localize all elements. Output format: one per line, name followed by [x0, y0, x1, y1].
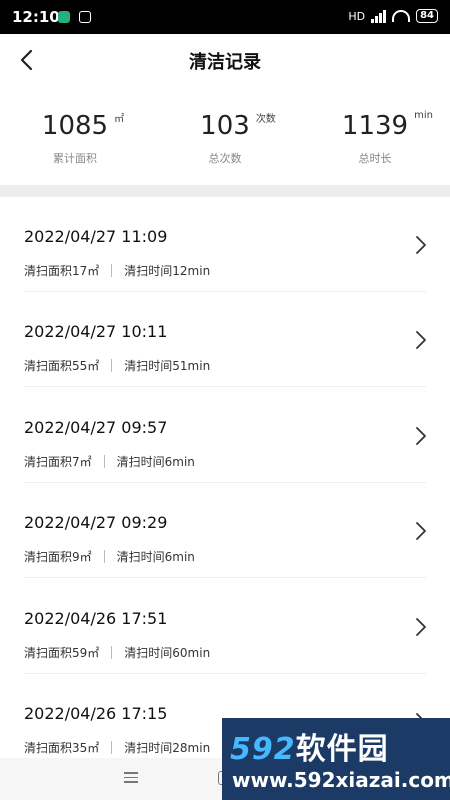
status-bar: 12:10 HD 84	[0, 0, 450, 34]
chevron-right-icon	[416, 427, 426, 445]
meta-divider	[111, 359, 113, 372]
record-meta: 清扫面积59㎡ 清扫时间60min	[24, 644, 210, 661]
signal-icon	[371, 9, 387, 23]
record-datetime: 2022/04/26 17:15	[24, 704, 168, 723]
stat-unit: min	[414, 110, 433, 121]
record-item[interactable]: 2022/04/27 10:11 清扫面积55㎡ 清扫时间51min	[0, 292, 450, 387]
stat-total-area: 1085 ㎡ 累计面积	[0, 100, 150, 166]
chevron-right-icon	[416, 331, 426, 349]
stat-value: 1139	[341, 111, 409, 141]
record-area: 清扫面积7㎡	[24, 455, 92, 469]
shield-app-icon	[58, 11, 70, 23]
navigation-bar: 清洁记录	[0, 34, 450, 84]
record-datetime: 2022/04/27 10:11	[24, 322, 168, 341]
battery-indicator: 84	[416, 9, 438, 23]
meta-divider	[111, 264, 113, 277]
stat-label: 累计面积	[53, 152, 97, 165]
record-area: 清扫面积35㎡	[24, 741, 100, 755]
meta-divider	[111, 646, 113, 659]
status-indicators: HD 84	[348, 9, 438, 23]
notification-app-icon	[79, 11, 91, 23]
record-duration: 清扫时间28min	[124, 741, 211, 755]
stat-unit: 次数	[255, 114, 276, 125]
stat-label: 总次数	[208, 152, 242, 165]
stat-value: 103	[200, 111, 250, 141]
record-duration: 清扫时间60min	[124, 646, 211, 660]
network-type: HD	[348, 9, 366, 23]
status-time: 12:10	[12, 8, 60, 26]
watermark-brand: 592软件园	[230, 724, 389, 768]
row-divider	[24, 577, 426, 578]
chevron-right-icon	[416, 618, 426, 636]
record-datetime: 2022/04/26 17:51	[24, 609, 168, 628]
record-meta: 清扫面积17㎡ 清扫时间12min	[24, 262, 210, 279]
record-meta: 清扫面积9㎡ 清扫时间6min	[24, 548, 195, 565]
meta-divider	[103, 455, 105, 468]
stat-value: 1085	[41, 111, 109, 141]
record-meta: 清扫面积55㎡ 清扫时间51min	[24, 357, 210, 374]
record-datetime: 2022/04/27 11:09	[24, 227, 168, 246]
row-divider	[24, 386, 426, 387]
meta-divider	[103, 550, 105, 563]
record-area: 清扫面积17㎡	[24, 264, 100, 278]
chevron-right-icon	[416, 522, 426, 540]
record-area: 清扫面积55㎡	[24, 359, 100, 373]
record-datetime: 2022/04/27 09:57	[24, 418, 168, 437]
record-duration: 清扫时间51min	[124, 359, 211, 373]
menu-icon[interactable]	[124, 772, 138, 784]
site-watermark: 592软件园 www.592xiazai.com	[222, 718, 450, 800]
record-duration: 清扫时间6min	[116, 550, 195, 564]
stat-unit: ㎡	[114, 114, 125, 125]
watermark-brand-text: 软件园	[295, 732, 389, 767]
watermark-brand-num: 592	[230, 732, 296, 767]
record-item[interactable]: 2022/04/27 11:09 清扫面积17㎡ 清扫时间12min	[0, 197, 450, 292]
chevron-right-icon	[416, 236, 426, 254]
page-title: 清洁记录	[189, 52, 261, 73]
record-area: 清扫面积59㎡	[24, 646, 100, 660]
watermark-url: www.592xiazai.com	[232, 768, 450, 792]
record-datetime: 2022/04/27 09:29	[24, 513, 168, 532]
stat-label: 总时长	[358, 152, 392, 165]
wifi-icon	[392, 10, 411, 22]
record-item[interactable]: 2022/04/27 09:57 清扫面积7㎡ 清扫时间6min	[0, 388, 450, 483]
record-item[interactable]: 2022/04/27 09:29 清扫面积9㎡ 清扫时间6min	[0, 483, 450, 578]
record-item[interactable]: 2022/04/26 17:51 清扫面积59㎡ 清扫时间60min	[0, 579, 450, 674]
record-area: 清扫面积9㎡	[24, 550, 92, 564]
stat-total-count: 103 次数 总次数	[150, 100, 300, 166]
record-meta: 清扫面积7㎡ 清扫时间6min	[24, 453, 195, 470]
stat-total-duration: 1139 min 总时长	[300, 100, 450, 166]
record-meta: 清扫面积35㎡ 清扫时间28min	[24, 739, 210, 756]
record-duration: 清扫时间12min	[124, 264, 211, 278]
meta-divider	[111, 741, 113, 754]
record-duration: 清扫时间6min	[116, 455, 195, 469]
section-divider	[0, 185, 450, 197]
stats-summary: 1085 ㎡ 累计面积 103 次数 总次数 1139 min 总时长	[0, 100, 450, 185]
